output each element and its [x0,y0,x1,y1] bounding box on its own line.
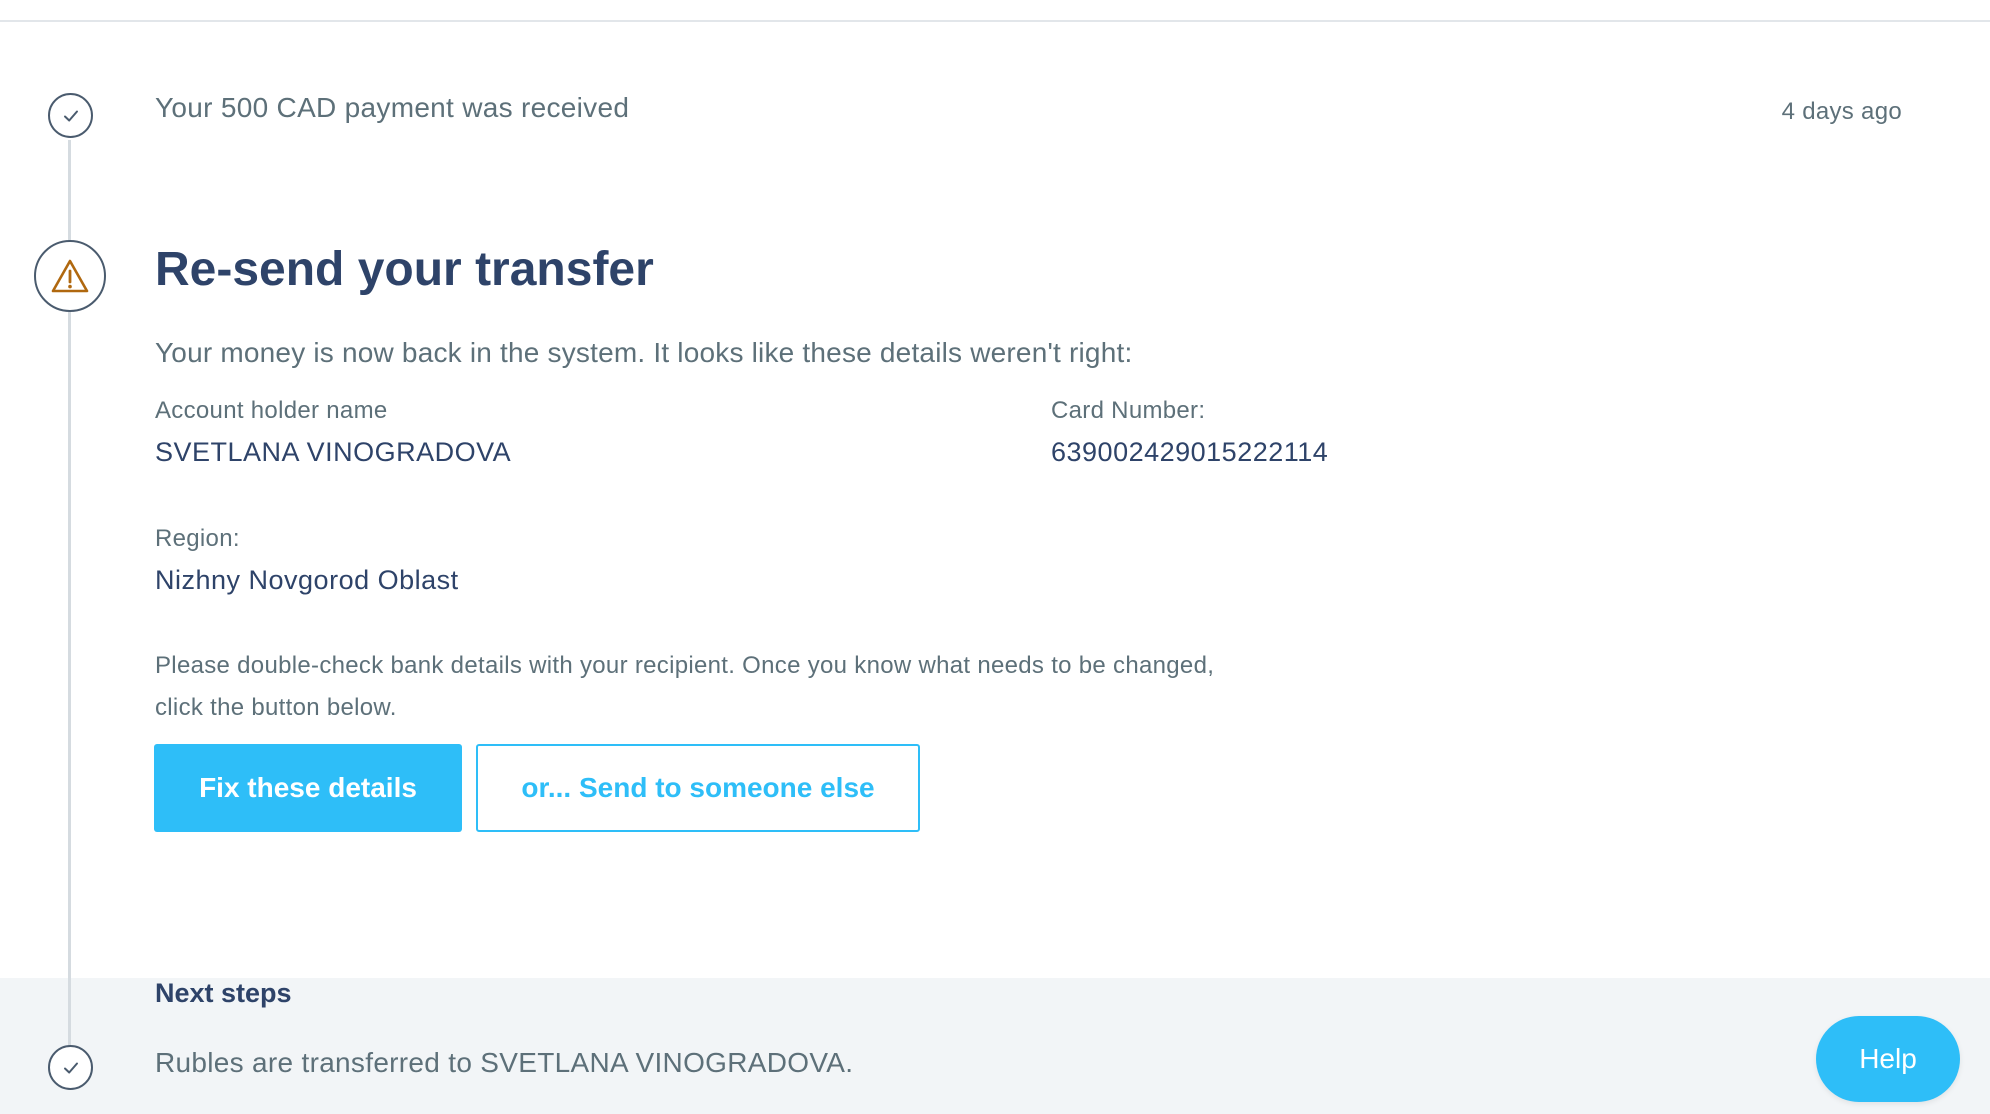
region-label: Region: [155,525,240,552]
next-step-item: Rubles are transferred to SVETLANA VINOG… [155,1047,854,1078]
timeline-line [68,978,71,1047]
next-steps-heading: Next steps [155,978,292,1008]
step-pending-indicator [48,1045,93,1090]
step-warning-indicator [34,240,106,312]
help-button[interactable]: Help [1816,1016,1960,1102]
card-number-label: Card Number: [1051,397,1206,424]
check-icon [63,110,78,121]
next-steps-panel [0,978,1990,1114]
timeline-line [68,140,71,241]
resend-explanation: Your money is now back in the system. It… [155,337,1133,368]
account-holder-value: SVETLANA VINOGRADOVA [155,437,512,467]
card-number-value: 639002429015222114 [1051,437,1329,467]
send-to-someone-else-button[interactable]: or... Send to someone else [476,744,920,832]
top-divider [0,20,1990,22]
check-icon [63,1062,78,1073]
account-holder-label: Account holder name [155,397,388,424]
region-value: Nizhny Novgorod Oblast [155,565,459,595]
fix-details-button[interactable]: Fix these details [154,744,462,832]
page-title: Re-send your transfer [155,243,654,296]
instructions-text: Please double-check bank details with yo… [155,652,1215,721]
activity-timestamp: 4 days ago [1781,98,1902,125]
warning-icon [51,259,89,293]
payment-received-message: Your 500 CAD payment was received [155,92,630,123]
step-completed-indicator [48,93,93,138]
timeline-line [68,311,71,1047]
